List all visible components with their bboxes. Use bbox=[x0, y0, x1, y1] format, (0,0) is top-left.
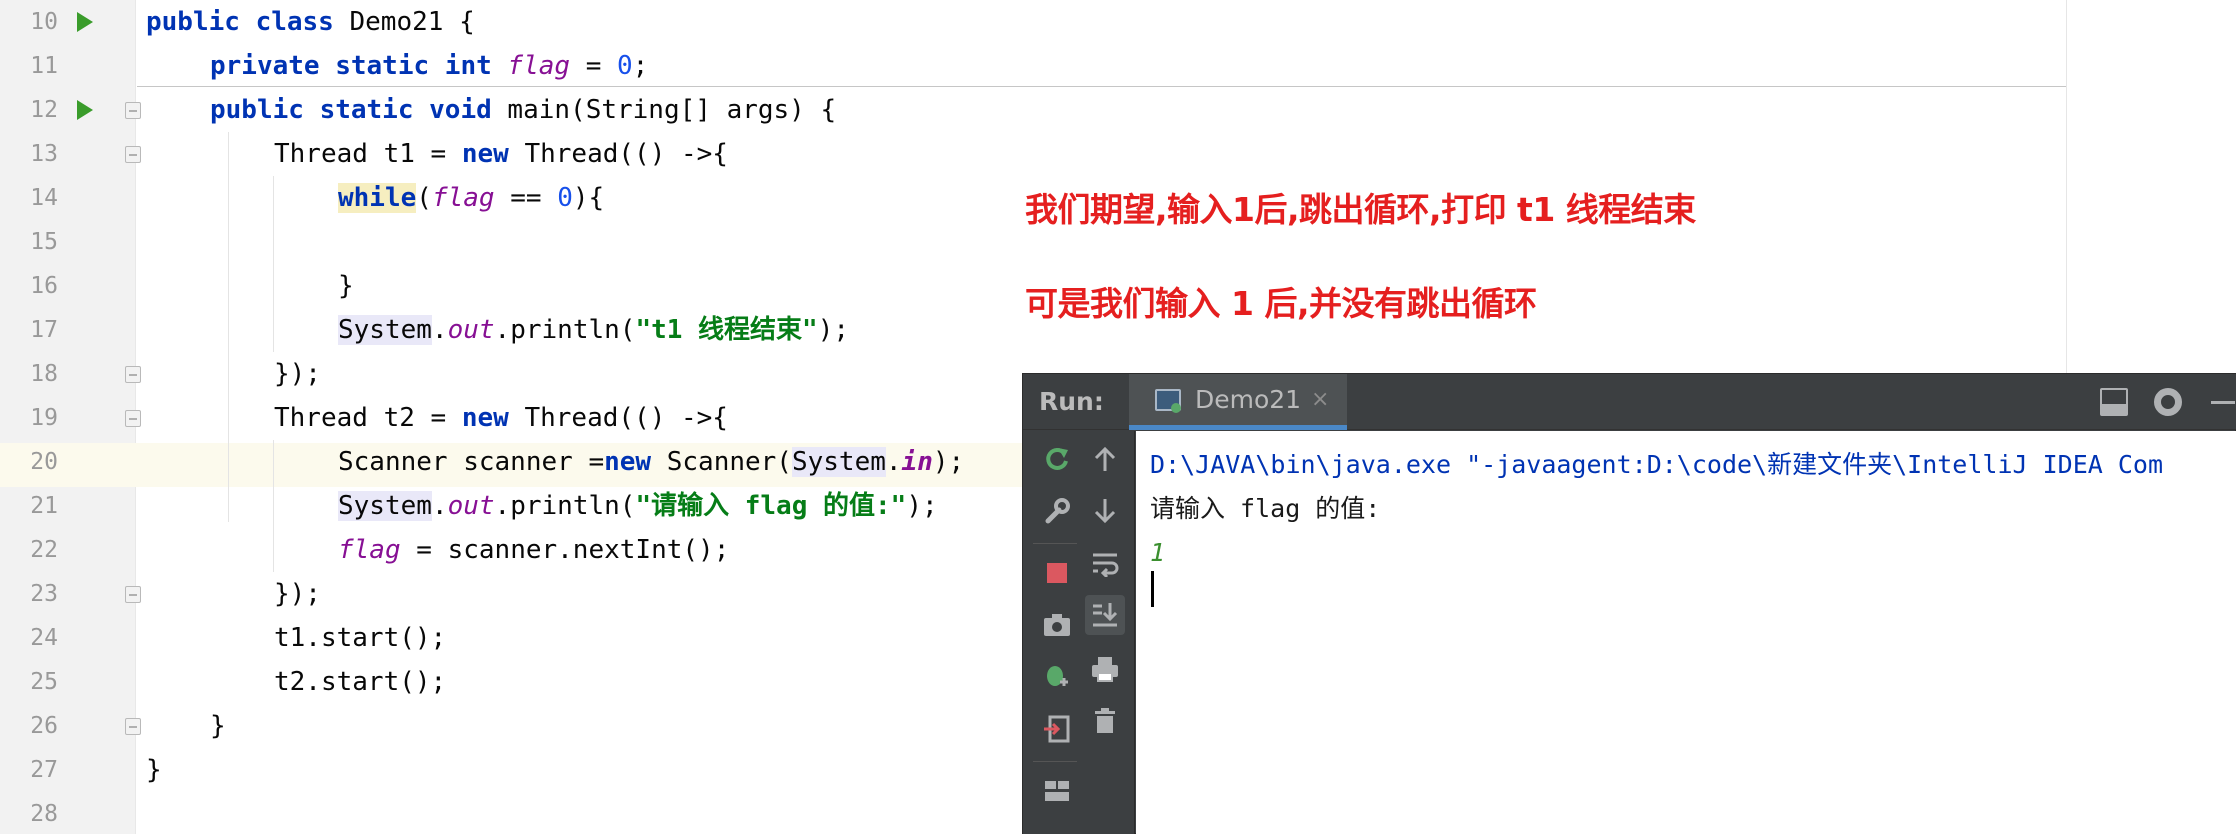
code-line[interactable]: 15 bbox=[0, 220, 1100, 264]
line-number: 25 bbox=[30, 669, 58, 695]
code-text: Thread t2 = new Thread(() ->{ bbox=[274, 403, 728, 433]
fold-icon[interactable] bbox=[125, 410, 141, 427]
line-number: 20 bbox=[30, 449, 58, 475]
code-line[interactable]: 24 t1.start(); bbox=[0, 616, 1100, 660]
line-number: 13 bbox=[30, 141, 58, 167]
code-line[interactable]: 12 public static void main(String[] args… bbox=[0, 88, 1100, 132]
text-cursor bbox=[1151, 571, 1154, 607]
code-text: public class Demo21 { bbox=[146, 7, 475, 37]
annotation-expectation: 我们期望,输入1后,跳出循环,打印 t1 线程结束 bbox=[1025, 190, 1696, 229]
code-line[interactable]: 10 public class Demo21 { bbox=[0, 0, 1100, 44]
code-text: } bbox=[146, 755, 162, 785]
debug-icon[interactable] bbox=[1037, 657, 1077, 697]
code-line[interactable]: 26 } bbox=[0, 704, 1100, 748]
code-text: while(flag == 0){ bbox=[338, 183, 605, 213]
line-number: 28 bbox=[30, 801, 58, 827]
code-line[interactable]: 28 bbox=[0, 792, 1100, 834]
gear-icon[interactable] bbox=[2154, 388, 2182, 416]
rerun-icon[interactable] bbox=[1037, 439, 1077, 479]
code-text: }); bbox=[274, 579, 321, 609]
run-method-icon[interactable] bbox=[77, 100, 93, 120]
line-number: 17 bbox=[30, 317, 58, 343]
exit-icon[interactable] bbox=[1037, 709, 1077, 749]
console-output[interactable]: D:\JAVA\bin\java.exe "-javaagent:D:\code… bbox=[1136, 431, 2236, 834]
fold-end-icon[interactable] bbox=[125, 366, 141, 383]
tab-demo21[interactable]: Demo21 × bbox=[1129, 374, 1347, 430]
run-toolbar bbox=[1023, 431, 1135, 834]
code-line[interactable]: 20 Scanner scanner =new Scanner(System.i… bbox=[0, 440, 1100, 484]
layout-icon[interactable] bbox=[1037, 771, 1077, 811]
tab-label: Demo21 bbox=[1195, 385, 1302, 414]
fold-end-icon[interactable] bbox=[125, 586, 141, 603]
layout-icon[interactable] bbox=[2100, 388, 2128, 416]
line-number: 19 bbox=[30, 405, 58, 431]
fold-end-icon[interactable] bbox=[125, 718, 141, 735]
wrench-icon[interactable] bbox=[1037, 491, 1077, 531]
line-number: 14 bbox=[30, 185, 58, 211]
console-tab-icon bbox=[1155, 389, 1181, 413]
line-number: 26 bbox=[30, 713, 58, 739]
print-icon[interactable] bbox=[1085, 649, 1125, 689]
trash-icon[interactable] bbox=[1085, 701, 1125, 741]
toolbar-separator bbox=[1033, 543, 1077, 544]
code-text: t1.start(); bbox=[274, 623, 447, 653]
code-line[interactable]: 22 flag = scanner.nextInt(); bbox=[0, 528, 1100, 572]
line-number: 23 bbox=[30, 581, 58, 607]
line-number: 11 bbox=[30, 53, 58, 79]
minimize-icon[interactable] bbox=[2211, 388, 2236, 416]
code-line[interactable]: 21 System.out.println("请输入 flag 的值:"); bbox=[0, 484, 1100, 528]
line-number: 16 bbox=[30, 273, 58, 299]
fold-icon[interactable] bbox=[125, 102, 141, 119]
line-number: 22 bbox=[30, 537, 58, 563]
run-label: Run: bbox=[1039, 387, 1104, 416]
code-line[interactable]: 17 System.out.println("t1 线程结束"); bbox=[0, 308, 1100, 352]
code-line[interactable]: 25 t2.start(); bbox=[0, 660, 1100, 704]
code-line[interactable]: 13 Thread t1 = new Thread(() ->{ bbox=[0, 132, 1100, 176]
code-text: } bbox=[338, 271, 354, 301]
run-tool-window[interactable]: Run: Demo21 × D:\JAVA\bin\java.exe "-jav… bbox=[1022, 373, 2236, 834]
line-number: 24 bbox=[30, 625, 58, 651]
console-user-input: 1 bbox=[1150, 538, 1166, 567]
code-text: }); bbox=[274, 359, 321, 389]
code-text: private static int flag = 0; bbox=[210, 51, 649, 81]
console-prompt: 请输入 flag 的值: bbox=[1150, 494, 1381, 523]
stop-icon[interactable] bbox=[1037, 553, 1077, 593]
code-text: } bbox=[210, 711, 226, 741]
code-text: Scanner scanner =new Scanner(System.in); bbox=[338, 447, 965, 477]
code-text: System.out.println("请输入 flag 的值:"); bbox=[338, 491, 938, 521]
code-line[interactable]: 23 }); bbox=[0, 572, 1100, 616]
close-icon[interactable]: × bbox=[1311, 374, 1329, 426]
code-text: flag = scanner.nextInt(); bbox=[338, 535, 730, 565]
up-arrow-icon[interactable] bbox=[1085, 439, 1125, 479]
line-number: 21 bbox=[30, 493, 58, 519]
line-number: 18 bbox=[30, 361, 58, 387]
line-number: 27 bbox=[30, 757, 58, 783]
run-window-header: Run: Demo21 × bbox=[1023, 374, 2236, 430]
annotation-actual-result: 可是我们输入 1 后,并没有跳出循环 bbox=[1025, 284, 1537, 323]
code-line[interactable]: 27 } bbox=[0, 748, 1100, 792]
soft-wrap-icon[interactable] bbox=[1085, 543, 1125, 583]
toolbar-separator bbox=[1033, 761, 1077, 762]
active-tab-indicator bbox=[1129, 425, 1347, 430]
code-text: Thread t1 = new Thread(() ->{ bbox=[274, 139, 728, 169]
run-class-icon[interactable] bbox=[77, 12, 93, 32]
code-line[interactable]: 11 private static int flag = 0; bbox=[0, 44, 1100, 88]
camera-icon[interactable] bbox=[1037, 605, 1077, 645]
console-command-line: D:\JAVA\bin\java.exe "-javaagent:D:\code… bbox=[1150, 450, 2164, 479]
fold-icon[interactable] bbox=[125, 146, 141, 163]
line-number: 15 bbox=[30, 229, 58, 255]
code-line[interactable]: 19 Thread t2 = new Thread(() ->{ bbox=[0, 396, 1100, 440]
line-number: 12 bbox=[30, 97, 58, 123]
code-text: public static void main(String[] args) { bbox=[210, 95, 837, 125]
code-line[interactable]: 14 while(flag == 0){ bbox=[0, 176, 1100, 220]
code-line[interactable]: 18 }); bbox=[0, 352, 1100, 396]
scroll-to-end-icon[interactable] bbox=[1085, 595, 1125, 635]
code-line[interactable]: 16 } bbox=[0, 264, 1100, 308]
line-number: 10 bbox=[30, 9, 58, 35]
code-text: t2.start(); bbox=[274, 667, 447, 697]
code-text: System.out.println("t1 线程结束"); bbox=[338, 315, 850, 345]
down-arrow-icon[interactable] bbox=[1085, 491, 1125, 531]
